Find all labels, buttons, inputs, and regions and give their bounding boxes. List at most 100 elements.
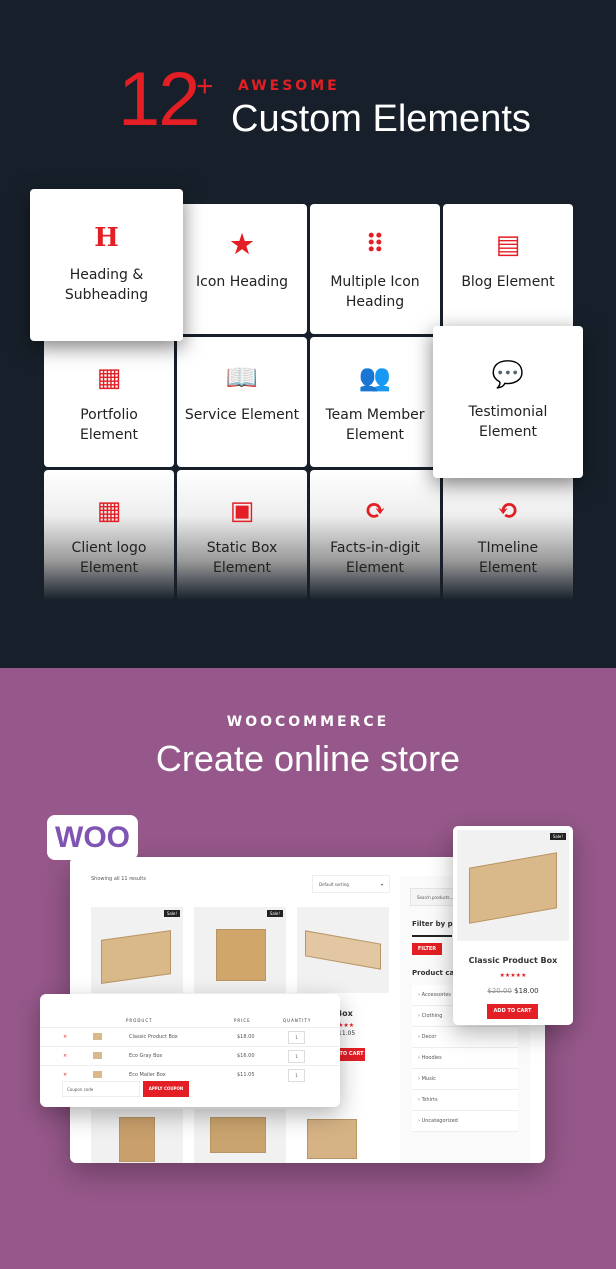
element-card[interactable]: ⠿ Multiple Icon Heading	[310, 204, 440, 334]
th-icon: ▦	[96, 496, 122, 526]
woo-title: Create online store	[155, 738, 461, 779]
rating-stars: ★★★	[338, 1022, 355, 1029]
element-label: Team Member Element	[325, 407, 425, 443]
add-to-cart-button[interactable]: ADD TO CART	[487, 1004, 538, 1019]
element-card[interactable]: ⟲ TImeline Element	[443, 470, 573, 600]
section-title: Custom Elements	[231, 98, 531, 140]
element-label: Portfolio Element	[80, 407, 138, 443]
product-price: 11.05	[338, 1030, 356, 1037]
header-quantity: QUANTITY	[283, 1018, 312, 1023]
quantity-input[interactable]: 1	[288, 1050, 305, 1063]
woo-logo: WOO	[47, 815, 138, 869]
element-card[interactable]: ▦ Client logo Element	[44, 470, 174, 600]
category-label: Accessories	[421, 992, 451, 998]
sale-badge: Sale!	[266, 910, 283, 917]
element-label: Blog Element	[461, 274, 555, 290]
element-card[interactable]: 📖 Service Element	[177, 337, 307, 467]
sorting-select[interactable]: Default sorting ▾	[312, 875, 390, 893]
category-link[interactable]: › Music	[412, 1069, 518, 1090]
book-icon: 📖	[225, 363, 259, 393]
cart-product-name[interactable]: Classic Product Box	[129, 1034, 178, 1040]
element-label: Heading & Subheading	[64, 267, 149, 303]
header-product: PRODUCT	[126, 1018, 153, 1023]
product-thumb[interactable]	[297, 1109, 389, 1163]
category-label: Decor	[421, 1034, 437, 1040]
category-label: Uncategorized	[421, 1118, 458, 1124]
remove-icon[interactable]: ×	[63, 1072, 67, 1078]
cart-row: × Eco Gray Box $16.00 1	[40, 1046, 340, 1065]
element-label: Static Box Element	[206, 540, 278, 576]
cart-row: × Classic Product Box $18.00 1	[40, 1027, 340, 1046]
cart-product-name[interactable]: Eco Mailer Box	[129, 1072, 166, 1078]
element-card[interactable]: ▦ Portfolio Element	[44, 337, 174, 467]
boxes-icon: ▣	[229, 496, 255, 526]
element-label: Testimonial Element	[468, 404, 548, 440]
cart-price: $16.00	[237, 1053, 255, 1059]
element-card[interactable]: ⟳ Facts-in-digit Element	[310, 470, 440, 600]
quantity-input[interactable]: 1	[288, 1069, 305, 1082]
rating-stars: ★★★★★	[499, 972, 527, 979]
header-price: PRICE	[234, 1018, 251, 1023]
count-plus: +	[196, 70, 214, 103]
remove-icon[interactable]: ×	[63, 1034, 67, 1040]
element-card[interactable]: ▤ Blog Element	[443, 204, 573, 334]
element-card[interactable]: ★ Icon Heading	[177, 204, 307, 334]
remove-icon[interactable]: ×	[63, 1053, 67, 1059]
history-icon: ⟲	[497, 496, 519, 526]
element-label: Client logo Element	[71, 540, 147, 576]
kicker: AWESOME	[238, 78, 340, 94]
product-thumb[interactable]	[194, 1109, 286, 1163]
product-thumb[interactable]	[297, 907, 389, 993]
element-label: Multiple Icon Heading	[330, 274, 420, 310]
category-link[interactable]: › Hoodies	[412, 1048, 518, 1069]
element-card[interactable]: ▣ Static Box Element	[177, 470, 307, 600]
sale-price: $18.00	[514, 987, 539, 995]
coupon-input[interactable]: Coupon code	[62, 1081, 140, 1097]
woo-kicker: WOOCOMMERCE	[226, 714, 390, 730]
filter-button[interactable]: FILTER	[412, 943, 442, 955]
refresh-icon: ⟳	[364, 496, 386, 526]
product-thumb	[93, 1052, 102, 1059]
heading-icon: H	[94, 223, 119, 253]
cart-product-name[interactable]: Eco Gray Box	[129, 1053, 162, 1059]
newspaper-icon: ▤	[495, 230, 521, 260]
users-icon: 👥	[358, 363, 392, 393]
category-link[interactable]: › Uncategorized	[412, 1111, 518, 1132]
sorting-value: Default sorting	[319, 882, 349, 887]
grid-icon: ▦	[96, 363, 122, 393]
product-name: Classic Product Box	[468, 956, 558, 965]
chevron-down-icon: ▾	[380, 882, 383, 887]
category-label: Hoodies	[421, 1055, 442, 1061]
element-card[interactable]: 💬 Testimonial Element	[433, 326, 583, 478]
count-number: 12	[118, 57, 201, 142]
category-link[interactable]: › Tshirts	[412, 1090, 518, 1111]
apply-coupon-button[interactable]: APPLY COUPON	[143, 1081, 189, 1097]
elements-section: 12 + AWESOME Custom Elements H Heading & …	[0, 0, 616, 668]
comments-icon: 💬	[491, 360, 525, 390]
element-card[interactable]: H Heading & Subheading	[30, 189, 183, 341]
element-label: Icon Heading	[196, 274, 288, 290]
results-count: Showing all 11 results	[91, 876, 146, 882]
dots-grid-icon: ⠿	[364, 230, 386, 260]
product-thumb	[93, 1071, 102, 1078]
element-label: TImeline Element	[477, 540, 539, 576]
woo-logo-text: WOO	[55, 821, 130, 854]
price-slider[interactable]	[412, 935, 452, 937]
product-card: Sale! Classic Product Box ★★★★★ $20.00 $…	[453, 826, 573, 1025]
category-label: Music	[421, 1076, 436, 1082]
product-thumb[interactable]: Sale!	[91, 907, 183, 993]
element-card[interactable]: 👥 Team Member Element	[310, 337, 440, 467]
cart-price: $18.00	[237, 1034, 255, 1040]
product-thumb[interactable]: Sale!	[194, 907, 286, 993]
add-to-cart-button[interactable]: TO CART	[338, 1048, 365, 1061]
cart-table: PRODUCT PRICE QUANTITY × Classic Product…	[40, 994, 340, 1107]
category-label: Tshirts	[421, 1097, 438, 1103]
cart-price: $11.05	[237, 1072, 255, 1078]
element-label: Service Element	[184, 407, 300, 423]
category-link[interactable]: › Decor	[412, 1027, 518, 1048]
product-image[interactable]: Sale!	[457, 830, 569, 941]
category-label: Clothing	[421, 1013, 443, 1019]
product-thumb[interactable]	[91, 1109, 183, 1163]
old-price: $20.00	[487, 987, 512, 995]
quantity-input[interactable]: 1	[288, 1031, 305, 1044]
